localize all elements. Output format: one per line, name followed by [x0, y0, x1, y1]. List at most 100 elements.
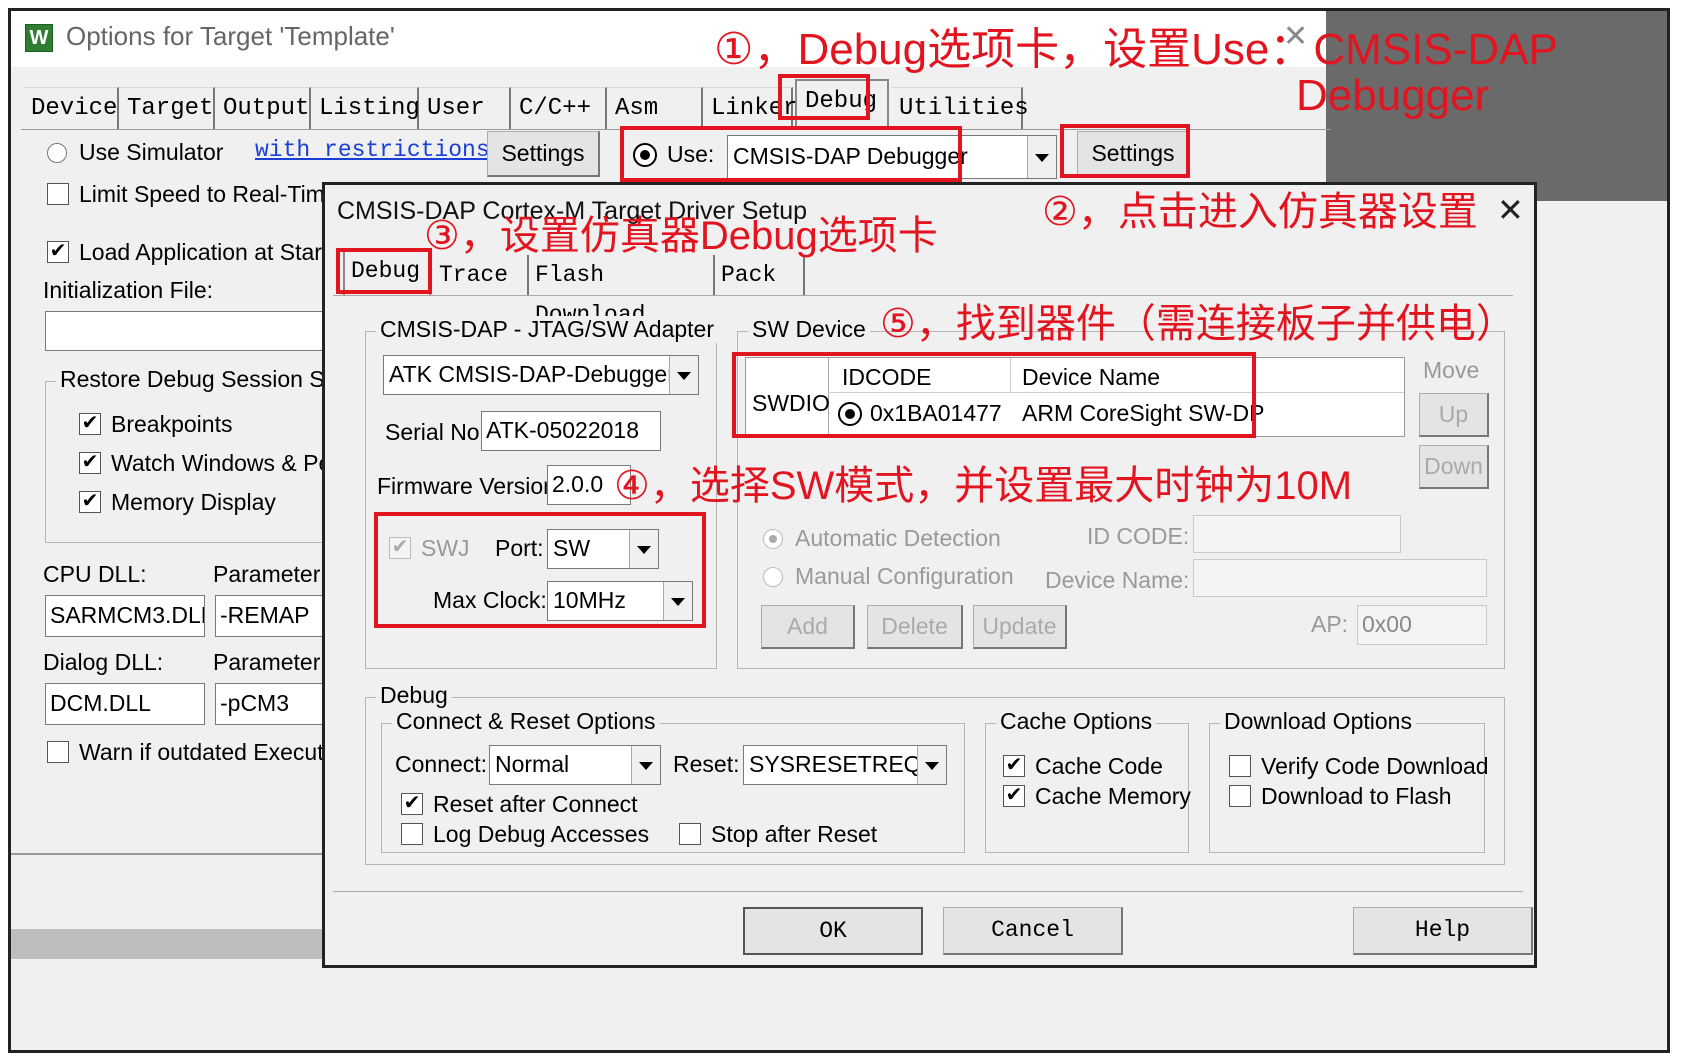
- tab-user[interactable]: User: [419, 87, 511, 129]
- dialog-dll-label: Dialog DLL:: [43, 649, 164, 675]
- verify-code-download-label: Verify Code Download: [1261, 753, 1489, 779]
- reset-after-connect-label: Reset after Connect: [433, 791, 638, 817]
- warn-outdated-label: Warn if outdated Executal: [79, 739, 342, 765]
- download-options-title: Download Options: [1220, 708, 1416, 735]
- dialog-parameter-input[interactable]: -pCM3: [215, 683, 325, 725]
- reset-after-connect-checkbox[interactable]: ✔: [401, 793, 423, 815]
- id-code-label: ID CODE:: [1087, 523, 1190, 549]
- cache-code-label: Cache Code: [1035, 753, 1163, 779]
- annotation-step-2: ②，点击进入仿真器设置: [1042, 190, 1478, 234]
- move-down-button[interactable]: Down: [1419, 445, 1489, 489]
- restore-debug-session-title: Restore Debug Session Set: [56, 366, 348, 393]
- cpu-dll-input[interactable]: SARMCM3.DLL: [45, 595, 205, 637]
- automatic-detection-label: Automatic Detection: [795, 525, 1001, 551]
- device-name-input[interactable]: [1193, 559, 1487, 597]
- init-file-label: Initialization File:: [43, 277, 214, 303]
- automatic-detection-radio[interactable]: [763, 529, 783, 549]
- reset-select[interactable]: SYSRESETREQ: [743, 745, 947, 785]
- adapter-select[interactable]: ATK CMSIS-DAP-Debugger: [383, 355, 699, 395]
- connect-reset-title: Connect & Reset Options: [392, 708, 660, 735]
- tab-cpp[interactable]: C/C++: [511, 87, 607, 129]
- annotation-step-5: ⑤，找到器件（需连接板子并供电）: [880, 302, 1516, 346]
- cache-options-title: Cache Options: [996, 708, 1157, 735]
- ok-button[interactable]: OK: [743, 907, 923, 955]
- highlight-port-clock: [374, 512, 706, 628]
- delete-button[interactable]: Delete: [867, 605, 963, 649]
- log-debug-accesses-label: Log Debug Accesses: [433, 821, 650, 847]
- inner-tab-flash-download[interactable]: Flash Download: [529, 255, 715, 328]
- inner-close-icon[interactable]: ✕: [1497, 191, 1524, 229]
- cpu-dll-label: CPU DLL:: [43, 561, 147, 587]
- breakpoints-checkbox[interactable]: ✔: [79, 413, 101, 435]
- tab-asm[interactable]: Asm: [607, 87, 703, 129]
- load-application-checkbox[interactable]: ✔: [47, 241, 69, 263]
- breakpoints-label: Breakpoints: [111, 411, 233, 437]
- highlight-debug-tab: [778, 74, 870, 120]
- cpu-parameter-input[interactable]: -REMAP: [215, 595, 325, 637]
- watch-windows-checkbox[interactable]: ✔: [79, 452, 101, 474]
- footer-divider: [333, 891, 1523, 892]
- connect-label: Connect:: [395, 751, 488, 777]
- reset-select-value: SYSRESETREQ: [749, 751, 922, 777]
- move-up-button[interactable]: Up: [1419, 393, 1489, 437]
- chevron-down-icon: [917, 746, 946, 784]
- connect-select[interactable]: Normal: [489, 745, 661, 785]
- update-button[interactable]: Update: [973, 605, 1067, 649]
- stop-after-reset-checkbox[interactable]: [679, 823, 701, 845]
- reset-label: Reset:: [673, 751, 740, 777]
- cache-code-checkbox[interactable]: ✔: [1003, 755, 1025, 777]
- chevron-down-icon: [631, 746, 660, 784]
- log-debug-accesses-checkbox[interactable]: [401, 823, 423, 845]
- memory-display-label: Memory Display: [111, 489, 276, 515]
- id-code-input[interactable]: [1193, 515, 1401, 553]
- download-to-flash-label: Download to Flash: [1261, 783, 1452, 809]
- debug-group-title: Debug: [376, 682, 452, 709]
- connect-select-value: Normal: [495, 751, 570, 777]
- outer-window-title: Options for Target 'Template': [66, 21, 395, 51]
- simulator-settings-button[interactable]: Settings: [487, 131, 600, 177]
- watch-windows-label: Watch Windows & Per: [111, 450, 339, 476]
- warn-outdated-checkbox[interactable]: [47, 741, 69, 763]
- annotation-step-4: ④，选择SW模式，并设置最大时钟为10M: [614, 464, 1353, 508]
- serial-no-label: Serial No:: [385, 419, 486, 445]
- serial-no-value: ATK-05022018: [481, 411, 661, 451]
- cache-memory-checkbox[interactable]: ✔: [1003, 785, 1025, 807]
- limit-speed-label: Limit Speed to Real-Time: [79, 181, 338, 207]
- memory-display-checkbox[interactable]: ✔: [79, 491, 101, 513]
- use-simulator-radio[interactable]: [47, 143, 67, 163]
- ap-label: AP:: [1311, 611, 1349, 637]
- add-button[interactable]: Add: [761, 605, 855, 649]
- annotation-step-3: ③，设置仿真器Debug选项卡: [424, 214, 938, 258]
- outer-bottom-divider: [11, 853, 331, 855]
- verify-code-download-checkbox[interactable]: [1229, 755, 1251, 777]
- firmware-version-label: Firmware Version:: [377, 473, 563, 499]
- keil-app-icon: W: [25, 24, 53, 52]
- inner-tab-pack[interactable]: Pack: [715, 255, 805, 295]
- cache-memory-label: Cache Memory: [1035, 783, 1191, 809]
- adapter-select-value: ATK CMSIS-DAP-Debugger: [389, 361, 675, 387]
- ap-input[interactable]: 0x00: [1357, 605, 1487, 645]
- tab-output[interactable]: Output: [215, 87, 311, 129]
- stop-after-reset-label: Stop after Reset: [711, 821, 878, 847]
- help-button[interactable]: Help: [1353, 907, 1533, 955]
- move-label: Move: [1423, 357, 1480, 383]
- limit-speed-checkbox[interactable]: [47, 183, 69, 205]
- download-to-flash-checkbox[interactable]: [1229, 785, 1251, 807]
- tab-listing[interactable]: Listing: [311, 87, 420, 129]
- outer-bottom-bar: [11, 929, 331, 959]
- tab-device[interactable]: Device: [23, 87, 119, 129]
- annotation-step-1-cont: Debugger: [1296, 71, 1490, 120]
- highlight-use-select: [620, 126, 962, 182]
- highlight-settings-button: [1060, 124, 1190, 178]
- inner-tab-trace[interactable]: Trace: [433, 255, 529, 295]
- with-restrictions-link[interactable]: with restrictions: [255, 137, 490, 163]
- tab-target[interactable]: Target: [119, 87, 215, 129]
- load-application-label: Load Application at Startu: [79, 239, 342, 265]
- annotation-step-1: ①，Debug选项卡，设置Use：CMSIS-DAP: [714, 25, 1558, 74]
- dialog-dll-input[interactable]: DCM.DLL: [45, 683, 205, 725]
- use-simulator-label: Use Simulator: [79, 139, 224, 165]
- cancel-button[interactable]: Cancel: [943, 907, 1123, 955]
- manual-configuration-radio[interactable]: [763, 567, 783, 587]
- init-file-input[interactable]: [45, 311, 325, 351]
- tab-utilities[interactable]: Utilities: [891, 87, 1029, 129]
